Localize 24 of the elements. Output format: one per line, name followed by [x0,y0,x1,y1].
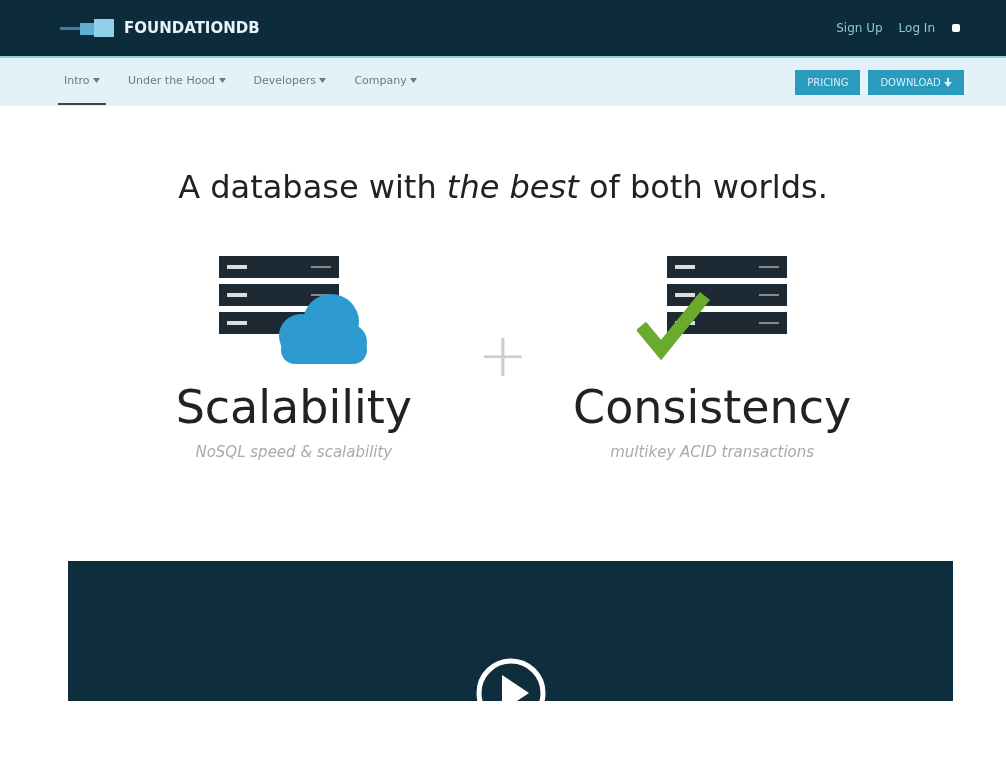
headline: A database with the best of both worlds. [177,168,829,207]
header-link[interactable]: Sign Up [836,19,883,37]
caret-icon [218,78,226,84]
download-arrow-icon [944,78,952,87]
caret-icon [410,78,418,84]
nav-menu-item[interactable]: Developers [247,58,333,106]
download-button[interactable]: DOWNLOAD [868,69,964,95]
server-cloud-icon [218,256,369,367]
play-icon[interactable] [474,657,547,702]
feature-subtitle: NoSQL speed & scalability [195,442,393,463]
feature-subtitle: multikey ACID transactions [610,442,815,463]
nav-menu-item[interactable]: Under the Hood [122,58,232,106]
logo-text[interactable]: FOUNDATIONDB [124,16,260,40]
user-icon[interactable] [951,23,961,33]
caret-icon [93,78,101,84]
pricing-button[interactable]: PRICING [795,69,861,95]
header-link[interactable]: Log In [898,19,935,37]
logo-icon [60,17,116,39]
nav-menu-item[interactable]: Company [348,58,424,106]
feature-title: Scalability [175,382,413,433]
nav-menu-item[interactable]: Intro [58,58,107,106]
feature-title: Consistency [573,382,852,433]
plus-sign: + [476,318,530,392]
caret-icon [319,78,327,84]
